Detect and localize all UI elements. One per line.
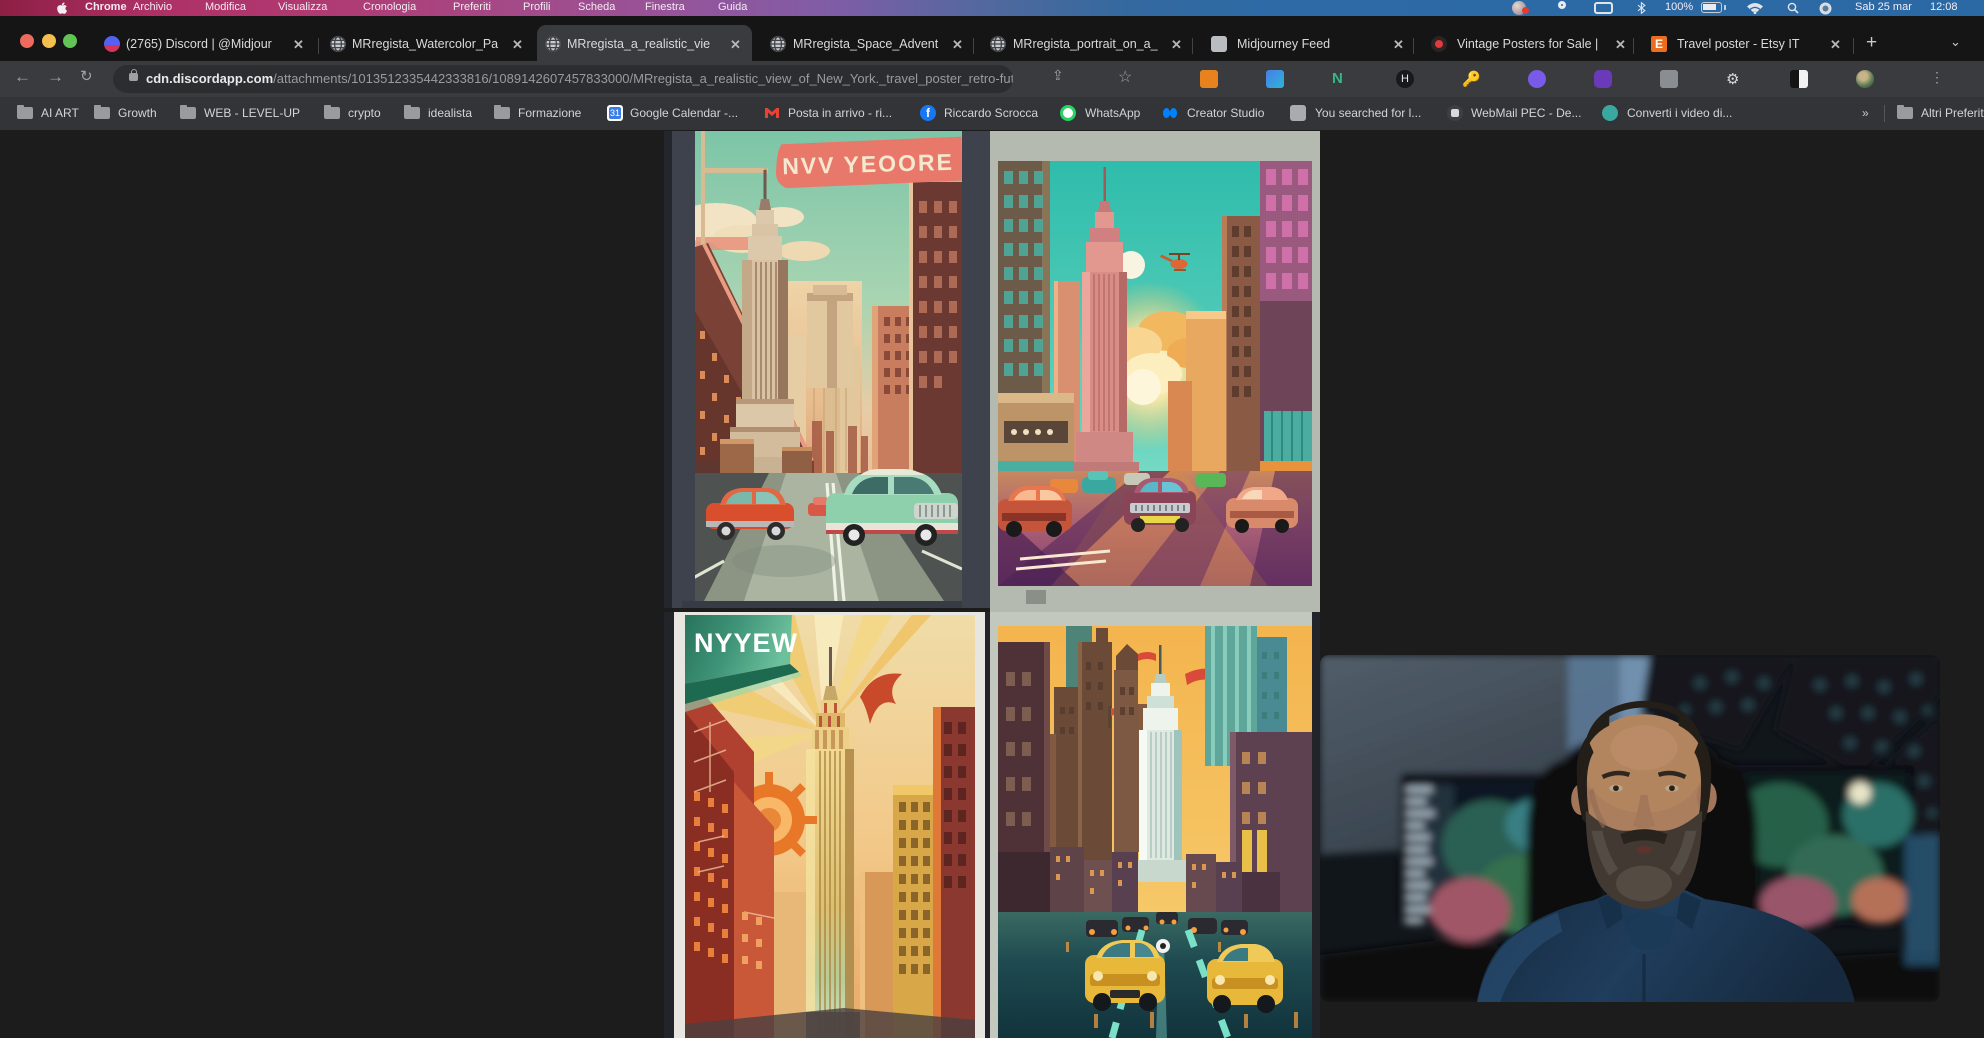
svg-text:NVV YEOORE: NVV YEOORE <box>782 149 954 179</box>
svg-text:NYYEW: NYYEW <box>694 628 798 658</box>
